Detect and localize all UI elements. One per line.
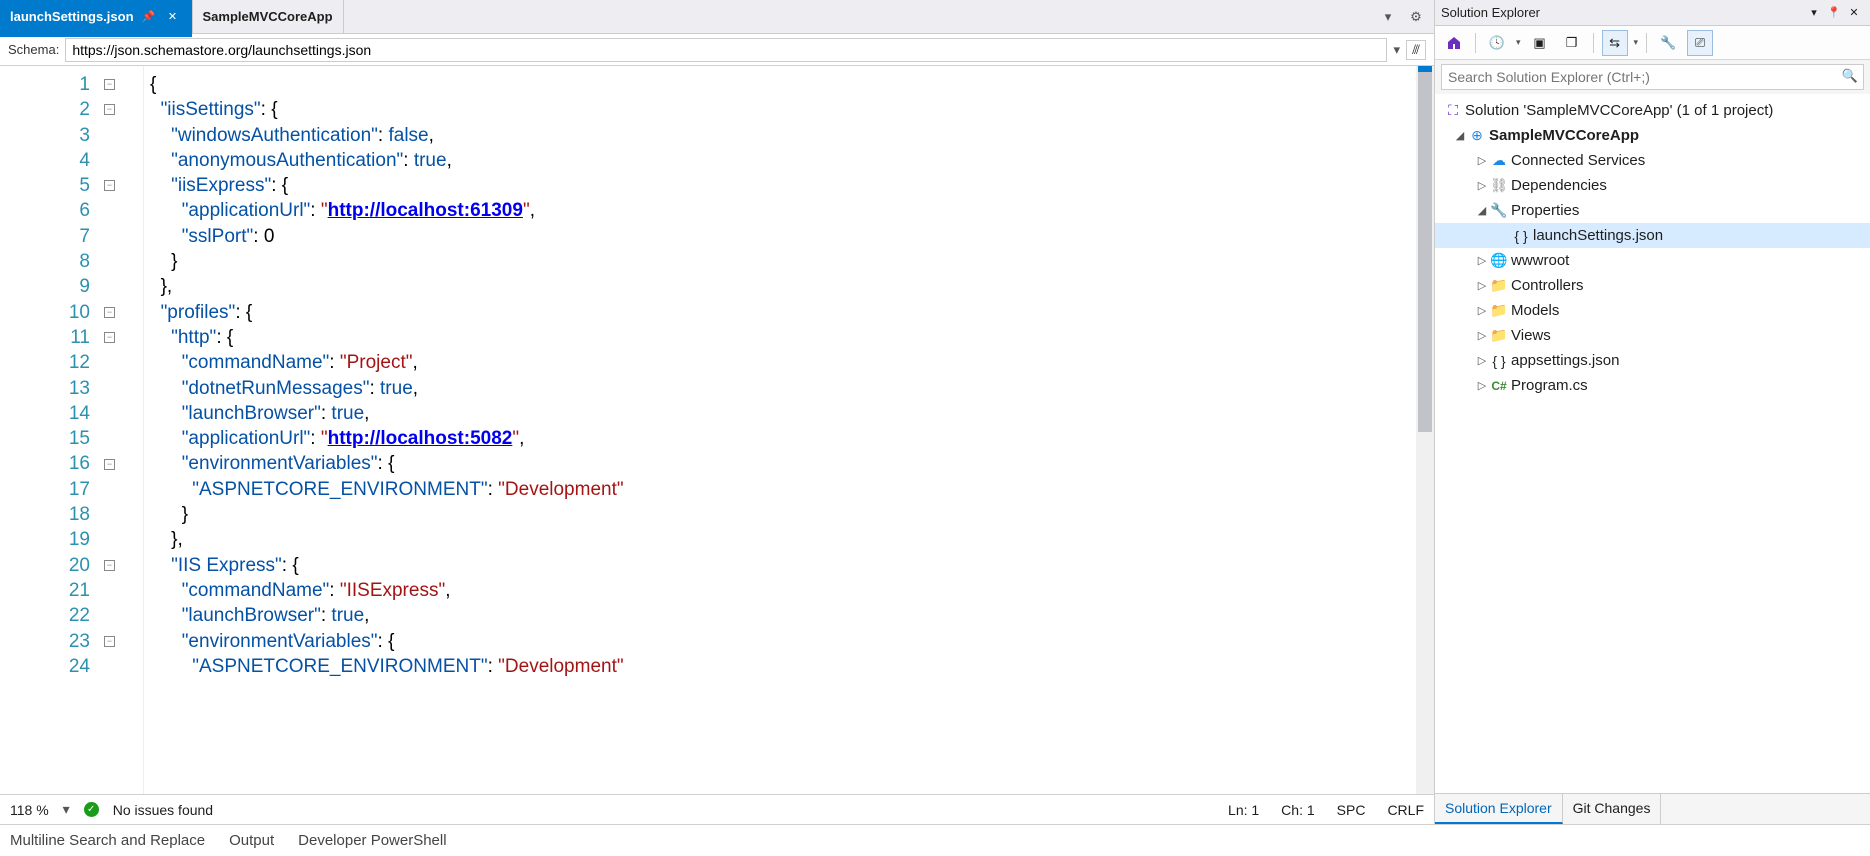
tree-solution[interactable]: ⛶ Solution 'SampleMVCCoreApp' (1 of 1 pr… [1435, 98, 1870, 123]
close-icon[interactable]: ✕ [164, 8, 182, 26]
code-editor[interactable]: 123 456 789 101112 131415 161718 192021 … [0, 66, 1434, 794]
sync-icon[interactable]: ⇆ [1602, 30, 1628, 56]
fold-gutter[interactable]: − − − − − − − − [100, 66, 144, 794]
json-file-icon: { } [1511, 228, 1531, 244]
csharp-project-icon: ⊕ [1467, 127, 1487, 144]
document-tab-bar: launchSettings.json 📌 ✕ SampleMVCCoreApp… [0, 0, 1434, 34]
expand-icon[interactable]: ▷ [1475, 354, 1489, 367]
panel-tabs: Solution Explorer Git Changes [1435, 793, 1870, 824]
expand-icon[interactable]: ▷ [1475, 304, 1489, 317]
folder-icon: 📁 [1489, 302, 1509, 319]
gear-icon[interactable]: ⚙ [1404, 5, 1428, 29]
line-indicator[interactable]: Ln: 1 [1228, 802, 1259, 818]
solution-icon: ⛶ [1443, 102, 1463, 119]
tab-label: launchSettings.json [10, 9, 134, 24]
tree-views[interactable]: ▷ 📁 Views [1435, 323, 1870, 348]
schema-input[interactable] [65, 38, 1387, 62]
bottom-tab-search[interactable]: Multiline Search and Replace [10, 832, 205, 849]
zoom-dropdown-icon[interactable]: ▾ [63, 801, 70, 818]
tab-solution-explorer[interactable]: Solution Explorer [1435, 794, 1563, 824]
expand-icon[interactable]: ◢ [1453, 129, 1467, 142]
expand-icon[interactable]: ▷ [1475, 329, 1489, 342]
connected-services-icon: ☁ [1489, 152, 1509, 169]
code-content[interactable]: { "iisSettings": { "windowsAuthenticatio… [144, 66, 1416, 794]
bottom-tab-output[interactable]: Output [229, 832, 274, 849]
indent-indicator[interactable]: SPC [1337, 802, 1366, 818]
explorer-search-input[interactable] [1441, 64, 1864, 90]
col-indicator[interactable]: Ch: 1 [1281, 802, 1314, 818]
history-icon[interactable]: 🕓 [1484, 30, 1510, 56]
json-file-icon: { } [1489, 353, 1509, 369]
expand-icon[interactable]: ▷ [1475, 179, 1489, 192]
pin-icon[interactable]: 📌 [140, 8, 158, 26]
tree-controllers[interactable]: ▷ 📁 Controllers [1435, 273, 1870, 298]
dependencies-icon: ⛓ [1489, 177, 1509, 194]
split-editor-icon[interactable]: ⫻ [1406, 40, 1426, 60]
search-icon[interactable]: 🔍 [1842, 68, 1858, 84]
chevron-down-icon[interactable]: ▾ [1516, 37, 1521, 48]
preview-icon[interactable]: ⎚ [1687, 30, 1713, 56]
csharp-file-icon: C# [1489, 379, 1509, 393]
issues-status[interactable]: No issues found [113, 802, 213, 818]
wrench-icon[interactable]: 🔧 [1655, 30, 1681, 56]
schema-bar: Schema: ▾ ⫻ [0, 34, 1434, 66]
chevron-down-icon[interactable]: ▾ [1393, 42, 1400, 58]
tree-appsettings[interactable]: ▷ { } appsettings.json [1435, 348, 1870, 373]
tree-launchsettings[interactable]: { } launchSettings.json [1435, 223, 1870, 248]
tree-wwwroot[interactable]: ▷ 🌐 wwwroot [1435, 248, 1870, 273]
home-icon[interactable] [1441, 30, 1467, 56]
collapse-icon[interactable]: ▣ [1527, 30, 1553, 56]
open-files-dropdown-icon[interactable]: ▾ [1376, 5, 1400, 29]
tree-program-cs[interactable]: ▷ C# Program.cs [1435, 373, 1870, 398]
schema-label: Schema: [8, 42, 59, 57]
tab-launchsettings[interactable]: launchSettings.json 📌 ✕ [0, 0, 193, 33]
tree-project[interactable]: ◢ ⊕ SampleMVCCoreApp [1435, 123, 1870, 148]
tree-dependencies[interactable]: ▷ ⛓ Dependencies [1435, 173, 1870, 198]
expand-icon[interactable]: ▷ [1475, 154, 1489, 167]
tab-git-changes[interactable]: Git Changes [1563, 794, 1662, 824]
tree-models[interactable]: ▷ 📁 Models [1435, 298, 1870, 323]
panel-title: Solution Explorer [1441, 5, 1540, 20]
pin-panel-icon[interactable]: 📍 [1824, 3, 1844, 23]
eol-indicator[interactable]: CRLF [1387, 802, 1424, 818]
folder-icon: 📁 [1489, 277, 1509, 294]
chevron-down-icon[interactable]: ▾ [1634, 37, 1639, 48]
tree-properties[interactable]: ◢ 🔧 Properties [1435, 198, 1870, 223]
zoom-level[interactable]: 118 % [10, 802, 49, 818]
folder-icon: 📁 [1489, 327, 1509, 344]
tree-connected-services[interactable]: ▷ ☁ Connected Services [1435, 148, 1870, 173]
tab-samplemvccoreapp[interactable]: SampleMVCCoreApp [193, 0, 344, 33]
globe-icon: 🌐 [1489, 252, 1509, 269]
editor-status-bar: 118 % ▾ ✓ No issues found Ln: 1 Ch: 1 SP… [0, 794, 1434, 824]
expand-icon[interactable]: ▷ [1475, 254, 1489, 267]
show-all-icon[interactable]: ❐ [1559, 30, 1585, 56]
tab-label: SampleMVCCoreApp [203, 9, 333, 24]
close-panel-icon[interactable]: ✕ [1844, 3, 1864, 23]
expand-icon[interactable]: ◢ [1475, 204, 1489, 217]
explorer-toolbar: 🕓 ▾ ▣ ❐ ⇆ ▾ 🔧 ⎚ [1435, 26, 1870, 60]
ok-status-icon: ✓ [84, 802, 99, 817]
bottom-tab-powershell[interactable]: Developer PowerShell [298, 832, 446, 849]
properties-folder-icon: 🔧 [1489, 202, 1509, 219]
window-menu-icon[interactable]: ▾ [1804, 3, 1824, 23]
expand-icon[interactable]: ▷ [1475, 379, 1489, 392]
solution-explorer-header: Solution Explorer ▾ 📍 ✕ [1435, 0, 1870, 26]
expand-icon[interactable]: ▷ [1475, 279, 1489, 292]
vertical-scrollbar[interactable] [1416, 66, 1434, 794]
solution-tree[interactable]: ⛶ Solution 'SampleMVCCoreApp' (1 of 1 pr… [1435, 94, 1870, 793]
line-number-gutter: 123 456 789 101112 131415 161718 192021 … [0, 66, 100, 794]
bottom-tool-tabs: Multiline Search and Replace Output Deve… [0, 824, 1870, 856]
